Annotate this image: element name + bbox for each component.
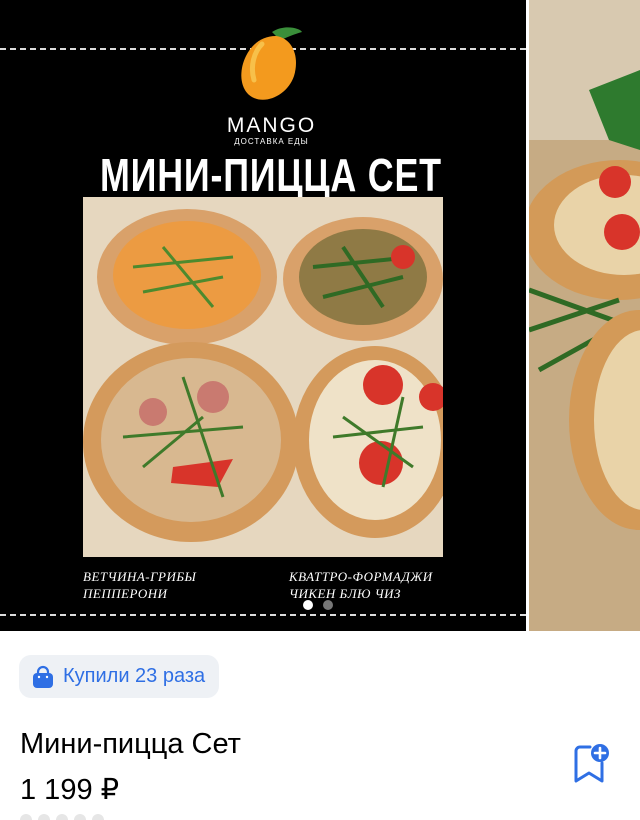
caption-right-line1: КВАТТРО-ФОРМАДЖИ [289,569,433,584]
gallery-pagination [303,600,333,610]
pagination-dot[interactable] [323,600,333,610]
star-icon [56,814,68,820]
star-icon [92,814,104,820]
caption-left-line2: ПЕППЕРОНИ [83,586,168,601]
product-price: 1 199 ₽ [20,774,120,806]
shopping-bag-icon [33,665,53,688]
dashed-divider-bottom [0,614,526,616]
pizza-photo [83,197,443,557]
purchase-count-text: Купили 23 раза [63,665,206,687]
promo-title: МИНИ-ПИЦЦА СЕТ [100,149,442,201]
bookmark-add-icon[interactable] [570,743,612,785]
pagination-dot-active[interactable] [303,600,313,610]
brand-name: MANGO [226,114,317,137]
product-image-gallery[interactable]: MANGO ДОСТАВКА ЕДЫ МИНИ-ПИЦЦА СЕТ ВЕТЧИН… [0,0,640,631]
star-icon [74,814,86,820]
caption-right: КВАТТРО-ФОРМАДЖИ ЧИКЕН БЛЮ ЧИЗ [289,568,433,602]
caption-left-line1: ВЕТЧИНА-ГРИБЫ [83,569,197,584]
star-icon [20,814,32,820]
caption-left: ВЕТЧИНА-ГРИБЫ ПЕППЕРОНИ [83,568,196,602]
product-title: Мини-пицца Сет [20,728,241,760]
mango-logo-icon [241,27,302,100]
gallery-slide-1[interactable]: MANGO ДОСТАВКА ЕДЫ МИНИ-ПИЦЦА СЕТ ВЕТЧИН… [0,0,526,631]
gallery-slide-2-preview[interactable] [529,0,640,631]
brand-subtitle: ДОСТАВКА ЕДЫ [234,137,309,146]
rating-stars [20,814,104,820]
purchase-count-badge: Купили 23 раза [19,655,220,698]
star-icon [38,814,50,820]
